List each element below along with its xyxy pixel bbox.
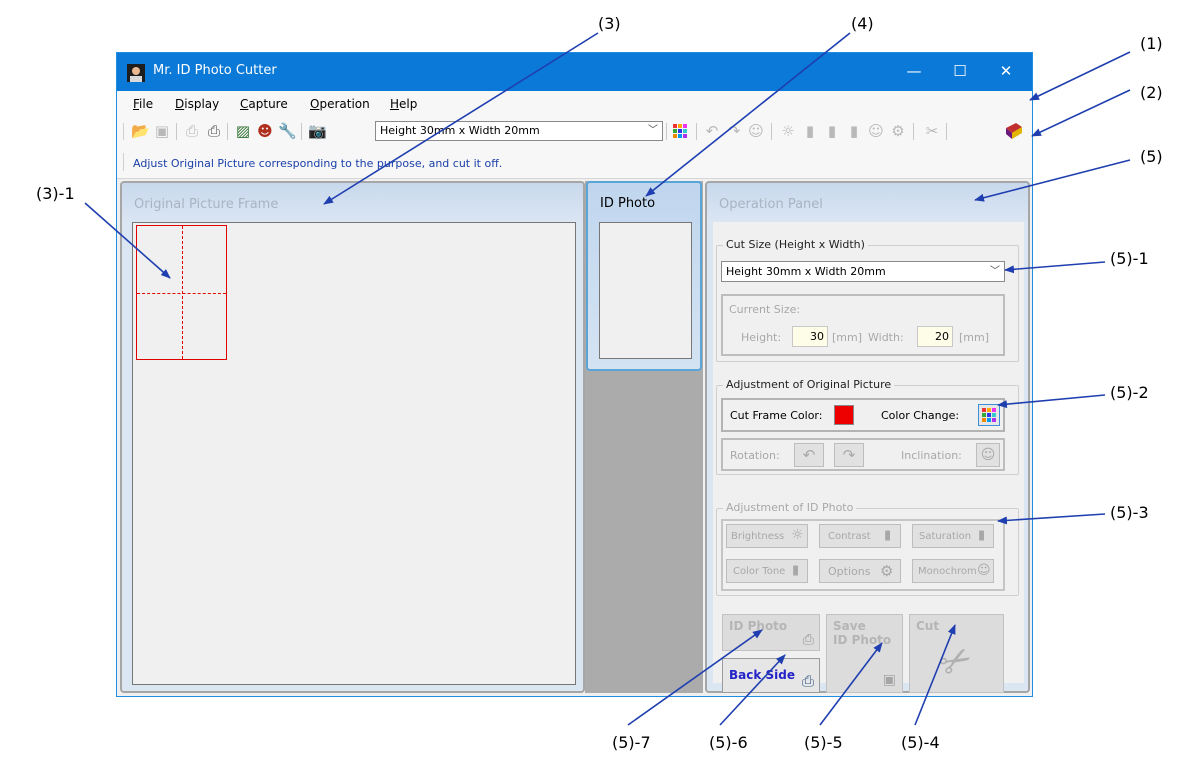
arrow-5-5 (819, 642, 883, 726)
annotation-5-6: (5)-6 (709, 733, 748, 752)
annotation-1: (1) (1140, 34, 1163, 53)
arrow-5-7 (627, 629, 763, 726)
annotation-4: (4) (851, 14, 874, 33)
arrow-3-1 (84, 202, 171, 279)
annotation-5-2: (5)-2 (1110, 383, 1149, 402)
arrow-5-4 (914, 624, 956, 726)
annotation-3-1: (3)-1 (36, 184, 75, 203)
arrow-2 (1031, 89, 1131, 137)
annotation-5-5: (5)-5 (804, 733, 843, 752)
arrow-5-6 (719, 654, 786, 726)
annotation-5-3: (5)-3 (1110, 503, 1149, 522)
annotation-2: (2) (1140, 83, 1163, 102)
annotation-3: (3) (598, 14, 621, 33)
annotation-5: (5) (1140, 147, 1163, 166)
arrow-4 (645, 32, 851, 197)
arrow-5-1 (1004, 261, 1106, 274)
arrow-3 (323, 32, 599, 205)
annotation-arrows (84, 32, 1131, 726)
arrow-1 (1029, 51, 1131, 101)
annotation-5-4: (5)-4 (901, 733, 940, 752)
arrow-5 (974, 159, 1131, 202)
annotation-5-7: (5)-7 (612, 733, 651, 752)
arrow-5-3 (997, 513, 1106, 525)
arrow-5-2 (997, 394, 1106, 409)
annotation-5-1: (5)-1 (1110, 249, 1149, 268)
